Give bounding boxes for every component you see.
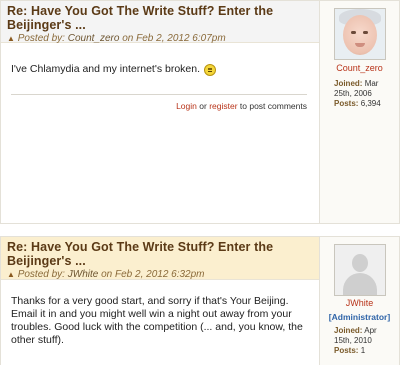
post-comments-label: to post comments (239, 101, 307, 111)
post-date: Feb 2, 2012 6:07pm (136, 33, 226, 44)
post-comment-links: Login or register to post comments (176, 101, 307, 111)
triangle-up-icon: ▲ (7, 270, 15, 279)
post-body-text: Thanks for a very good start, and sorry … (11, 295, 303, 346)
author-username[interactable]: JWhite (320, 298, 399, 308)
post-date: Feb 2, 2012 6:32pm (115, 269, 205, 280)
comment-post: Re: Have You Got The Write Stuff? Enter … (0, 0, 400, 224)
posts-value: 1 (360, 346, 366, 355)
avatar[interactable] (334, 8, 386, 60)
joined-label: Joined: (334, 326, 363, 335)
joined-label: Joined: (334, 79, 363, 88)
joined-row: Joined: Mar 25th, 2006 (334, 79, 395, 99)
avatar[interactable] (334, 244, 386, 296)
post-header: Re: Have You Got The Write Stuff? Enter … (1, 1, 319, 45)
smiley-icon (204, 63, 217, 76)
post-title[interactable]: Re: Have You Got The Write Stuff? Enter … (7, 4, 313, 32)
post-body-text: I've Chlamydia and my internet's broken. (11, 63, 201, 75)
comment-post: Re: Have You Got The Write Stuff? Enter … (0, 236, 400, 365)
post-body: Thanks for a very good start, and sorry … (1, 295, 319, 347)
author-stats: Joined: Mar 25th, 2006 Posts: 6,394 (334, 79, 395, 109)
posted-by-label: Posted by: (17, 33, 65, 44)
author-stats: Joined: Apr 15th, 2010 Posts: 1 (334, 326, 395, 356)
post-meta: ▲ Posted by: Count_zero on Feb 2, 2012 6… (7, 33, 313, 45)
post-title[interactable]: Re: Have You Got The Write Stuff? Enter … (7, 240, 313, 268)
author-sidebar: JWhite [Administrator] Joined: Apr 15th,… (320, 236, 400, 365)
post-author[interactable]: JWhite (68, 269, 99, 280)
post-header: Re: Have You Got The Write Stuff? Enter … (1, 237, 319, 280)
on-label: on (101, 269, 113, 280)
posts-row: Posts: 1 (334, 346, 395, 356)
register-link[interactable]: register (209, 101, 237, 111)
author-role-badge: [Administrator] (328, 312, 391, 322)
triangle-up-icon: ▲ (7, 34, 15, 43)
post-author[interactable]: Count_zero (68, 33, 120, 44)
on-label: on (122, 33, 134, 44)
joined-row: Joined: Apr 15th, 2010 (334, 326, 395, 346)
posts-value: 6,394 (360, 99, 381, 108)
posts-label: Posts: (334, 346, 359, 355)
post-meta: ▲ Posted by: JWhite on Feb 2, 2012 6:32p… (7, 269, 313, 281)
author-sidebar: Count_zero Joined: Mar 25th, 2006 Posts:… (320, 0, 400, 224)
posts-label: Posts: (334, 99, 359, 108)
divider (11, 94, 307, 95)
post-main: Re: Have You Got The Write Stuff? Enter … (0, 0, 320, 224)
posted-by-label: Posted by: (17, 269, 65, 280)
posts-row: Posts: 6,394 (334, 99, 395, 109)
or-label: or (199, 101, 207, 111)
author-username[interactable]: Count_zero (320, 63, 399, 73)
post-body: I've Chlamydia and my internet's broken. (1, 63, 319, 76)
login-link[interactable]: Login (176, 101, 197, 111)
default-user-icon (352, 254, 368, 272)
post-main: Re: Have You Got The Write Stuff? Enter … (0, 236, 320, 365)
